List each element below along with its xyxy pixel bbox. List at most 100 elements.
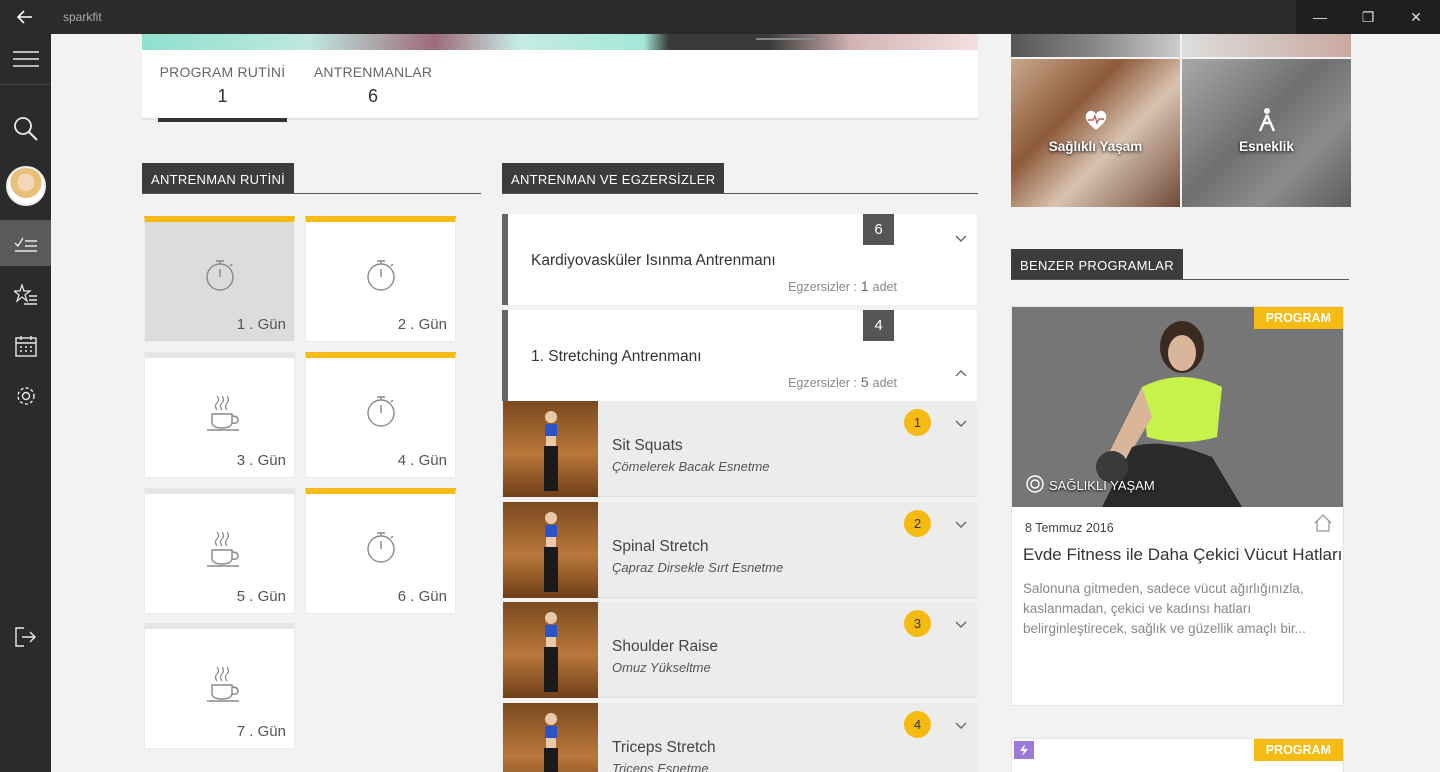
routine-day-tile[interactable]: 3 . Gün: [144, 352, 295, 478]
coffee-cup-icon: [203, 530, 239, 567]
workout-item[interactable]: 6 Kardiyovasküler Isınma Antrenmanı Egze…: [502, 214, 977, 305]
title-bar: sparkfit — ❐ ✕: [0, 0, 1440, 34]
user-avatar[interactable]: [0, 163, 51, 209]
chevron-up-icon[interactable]: [955, 366, 967, 380]
workouts-section-header: ANTRENMAN VE EGZERSİZLER: [502, 163, 978, 194]
chevron-down-icon[interactable]: [955, 232, 967, 246]
exercise-subtitle: Çömelerek Bacak Esnetme: [612, 459, 770, 474]
exercise-name: Triceps Stretch: [612, 739, 716, 756]
app-title: sparkfit: [63, 10, 102, 24]
nav-rail: [0, 34, 51, 772]
routine-section-header: ANTRENMAN RUTİNİ: [142, 163, 481, 194]
exercise-name: Shoulder Raise: [612, 638, 718, 655]
category-tile[interactable]: Esneklik: [1182, 59, 1351, 207]
minimize-button[interactable]: —: [1296, 0, 1344, 34]
settings-gear-icon[interactable]: [0, 373, 51, 419]
section-title: BENZER PROGRAMLAR: [1011, 249, 1183, 279]
chevron-down-icon[interactable]: [955, 618, 967, 632]
heart-pulse-icon: [1083, 107, 1109, 133]
favorites-star-icon[interactable]: [0, 272, 51, 318]
search-icon[interactable]: [0, 106, 51, 152]
exercise-subtitle: Omuz Yükseltme: [612, 660, 711, 675]
day-label: 2 . Gün: [397, 316, 447, 333]
program-hero-image: [142, 34, 978, 50]
exercise-number-badge: 2: [904, 510, 931, 537]
close-button[interactable]: ✕: [1392, 0, 1440, 34]
day-label: 1 . Gün: [236, 316, 286, 333]
chevron-down-icon[interactable]: [955, 518, 967, 532]
category-label: Sağlıklı Yaşam: [1048, 139, 1143, 154]
stopwatch-icon: [364, 530, 398, 564]
exercise-row[interactable]: Spinal Stretch Çapraz Dirsekle Sırt Esnet…: [502, 502, 977, 598]
routine-day-tile[interactable]: 4 . Gün: [305, 352, 456, 478]
exercise-row[interactable]: Triceps Stretch Triceps Esnetme 4: [502, 703, 977, 772]
day-label: 5 . Gün: [236, 588, 286, 605]
routine-list-icon[interactable]: [0, 220, 51, 266]
program-category-tag: SAĞLIKLI YAŞAM: [1026, 475, 1155, 496]
exercise-row[interactable]: Shoulder Raise Omuz Yükseltme 3: [502, 602, 977, 698]
day-label: 3 . Gün: [236, 452, 286, 469]
exercise-thumbnail: [503, 502, 598, 598]
calendar-icon[interactable]: [0, 323, 51, 369]
category-tile-top-partial[interactable]: [1011, 34, 1180, 57]
exercise-subtitle: Çapraz Dirsekle Sırt Esnetme: [612, 560, 784, 575]
routine-day-tile[interactable]: 2 . Gün: [305, 216, 456, 342]
day-label: 4 . Gün: [397, 452, 447, 469]
program-card[interactable]: SAĞLIKLI YAŞAM PROGRAM 8 Temmuz 2016 Evd…: [1011, 306, 1344, 706]
home-icon: [1313, 513, 1333, 533]
chevron-down-icon[interactable]: [955, 417, 967, 431]
lightning-icon: [1014, 741, 1034, 759]
routine-day-tile[interactable]: 6 . Gün: [305, 488, 456, 614]
program-card-image: SAĞLIKLI YAŞAM: [1012, 307, 1343, 507]
exercise-number-badge: 4: [904, 711, 931, 738]
tab-program-routine[interactable]: PROGRAM RUTİNİ 1: [158, 64, 287, 122]
back-arrow-icon[interactable]: [0, 0, 50, 34]
sign-out-icon[interactable]: [0, 614, 51, 660]
exercise-figure: [544, 512, 558, 592]
tab-workouts[interactable]: ANTRENMANLAR 6: [308, 64, 438, 107]
day-label: 6 . Gün: [397, 588, 447, 605]
maximize-button[interactable]: ❐: [1344, 0, 1392, 34]
exercise-subtitle: Triceps Esnetme: [612, 761, 709, 772]
count-label: Egzersizler :: [788, 376, 857, 390]
exercise-figure: [544, 411, 558, 491]
chevron-down-icon[interactable]: [955, 719, 967, 733]
window-controls: — ❐ ✕: [1296, 0, 1440, 34]
routine-day-tile[interactable]: 7 . Gün: [144, 623, 295, 749]
exercise-thumbnail: [503, 703, 598, 772]
workout-title: 1. Stretching Antrenmanı: [531, 348, 702, 365]
hamburger-menu-icon[interactable]: [0, 36, 51, 82]
section-title: ANTRENMAN RUTİNİ: [142, 163, 295, 193]
exercise-thumbnail: [503, 401, 598, 497]
exercise-number-badge: 3: [904, 610, 931, 637]
routine-day-tile[interactable]: 5 . Gün: [144, 488, 295, 614]
exercise-name: Spinal Stretch: [612, 538, 709, 555]
stopwatch-icon: [203, 258, 237, 292]
workout-count-badge: 6: [863, 214, 894, 245]
program-tag: PROGRAM: [1253, 307, 1343, 329]
category-label: Esneklik: [1239, 139, 1294, 154]
count-unit: adet: [872, 376, 897, 390]
workout-count-badge: 4: [863, 310, 894, 341]
program-card[interactable]: PROGRAM: [1011, 738, 1344, 772]
target-icon: [1026, 475, 1044, 496]
exercise-count: Egzersizler :1 adet: [788, 278, 897, 294]
exercise-figure: [544, 612, 558, 692]
exercise-row[interactable]: Sit Squats Çömelerek Bacak Esnetme 1: [502, 401, 977, 497]
program-tabs: PROGRAM RUTİNİ 1 ANTRENMANLAR 6: [142, 50, 978, 122]
tab-label: ANTRENMANLAR: [313, 64, 433, 80]
routine-day-tile[interactable]: 1 . Gün: [144, 216, 295, 342]
rail-divider: [0, 84, 51, 85]
exercise-figure: [544, 713, 558, 772]
count-value: 5: [860, 374, 869, 390]
workout-item[interactable]: 4 1. Stretching Antrenmanı Egzersizler :…: [502, 310, 977, 401]
coffee-cup-icon: [203, 665, 239, 702]
tab-label: PROGRAM RUTİNİ: [159, 64, 286, 80]
stretch-figure-icon: [1254, 107, 1280, 133]
coffee-cup-icon: [203, 394, 239, 431]
exercise-name: Sit Squats: [612, 437, 683, 454]
stopwatch-icon: [364, 394, 398, 428]
category-tile-top-partial[interactable]: [1182, 34, 1351, 57]
hero-drag-handle: [756, 38, 816, 40]
category-tile[interactable]: Sağlıklı Yaşam: [1011, 59, 1180, 207]
